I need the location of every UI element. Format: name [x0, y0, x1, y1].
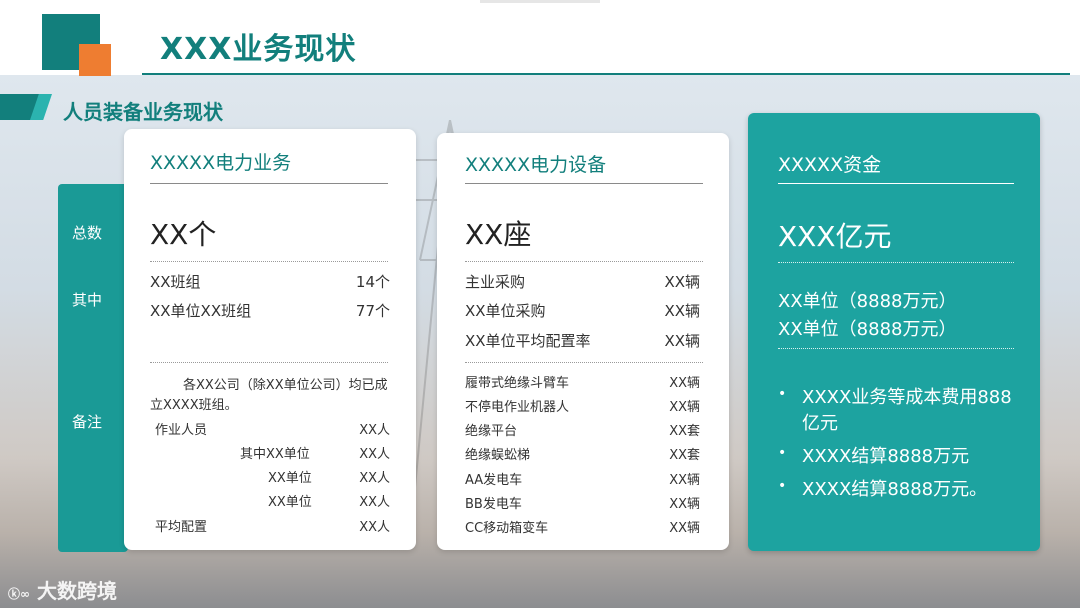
card-business-total: XX个	[150, 218, 217, 251]
card-equipment-total: XX座	[465, 218, 532, 251]
sub-row-value: XX辆	[669, 521, 700, 536]
sub-row-label: 作业人员	[155, 423, 208, 438]
sub-row-value: XX人	[359, 471, 390, 486]
funding-unit: XX单位（8888万元）	[778, 291, 957, 312]
watermark-text: 大数跨境	[36, 579, 117, 603]
note-text: 各XX公司（除XX单位公司）均已成	[183, 378, 388, 393]
bullet-text: XXXX结算8888万元	[802, 446, 970, 467]
sub-row-value: XX人	[359, 520, 390, 535]
sub-row-value: XX人	[359, 447, 390, 462]
card-equipment-heading: XXXXX电力设备	[465, 154, 607, 176]
sub-row-label: 其中XX单位	[240, 447, 310, 462]
sub-row-value: XX人	[359, 495, 390, 510]
note-text: 立XXXX班组。	[150, 398, 238, 413]
label-total: 总数	[72, 224, 103, 242]
card-business	[124, 129, 416, 550]
bullet-text: XXXX业务等成本费用888	[802, 387, 1012, 408]
row-label: XX单位采购	[465, 302, 546, 320]
sub-row-label: XX单位	[268, 495, 312, 510]
sub-row-value: XX套	[669, 424, 700, 439]
row-label: XX单位XX班组	[150, 302, 252, 320]
label-among: 其中	[72, 291, 103, 309]
sub-row-value: XX辆	[669, 400, 700, 415]
row-value: XX辆	[664, 332, 700, 350]
sub-row-label: AA发电车	[465, 473, 523, 488]
bullet-text: 亿元	[802, 413, 838, 434]
divider	[465, 261, 703, 262]
sub-row-label: 平均配置	[155, 520, 208, 535]
row-label: 主业采购	[465, 273, 526, 291]
card-equipment-rule	[465, 183, 703, 184]
label-note: 备注	[72, 413, 103, 431]
sub-row-label: 履带式绝缘斗臂车	[465, 376, 570, 391]
divider	[150, 261, 388, 262]
row-value: XX辆	[664, 273, 700, 291]
sub-row-label: BB发电车	[465, 497, 522, 512]
bullet-icon: •	[778, 478, 787, 494]
divider	[465, 362, 703, 363]
sub-row-label: 绝缘蜈蚣梯	[465, 448, 531, 463]
bullet-text: XXXX结算8888万元。	[802, 479, 988, 500]
sub-row-value: XX辆	[669, 376, 700, 391]
page-title: XXX业务现状	[160, 32, 357, 67]
row-value: XX辆	[664, 302, 700, 320]
sub-row-value: XX辆	[669, 473, 700, 488]
bullet-icon: •	[778, 445, 787, 461]
side-label-bar: 总数 其中 备注	[58, 184, 128, 552]
divider	[778, 262, 1014, 263]
title-divider	[142, 73, 1070, 75]
sub-row-value: XX套	[669, 448, 700, 463]
watermark: ⓚ∞ 大数跨境	[8, 575, 117, 604]
section-title: 人员装备业务现状	[63, 100, 223, 124]
row-label: XX班组	[150, 273, 201, 291]
sub-row-value: XX辆	[669, 497, 700, 512]
row-value: 77个	[355, 302, 390, 320]
sub-row-label: 绝缘平台	[465, 424, 518, 439]
top-tab-mark	[480, 0, 600, 3]
card-funding-total: XXX亿元	[778, 220, 892, 253]
logo-square-orange	[79, 44, 111, 76]
sub-row-label: XX单位	[268, 471, 312, 486]
card-business-rule	[150, 183, 388, 184]
card-funding-rule	[778, 183, 1014, 184]
watermark-logo-icon: ⓚ∞	[8, 587, 30, 601]
divider	[150, 362, 388, 363]
card-funding-heading: XXXXX资金	[778, 154, 882, 176]
sub-row-label: 不停电作业机器人	[465, 400, 570, 415]
bullet-icon: •	[778, 386, 787, 402]
sub-row-value: XX人	[359, 423, 390, 438]
funding-unit: XX单位（8888万元）	[778, 319, 957, 340]
card-business-heading: XXXXX电力业务	[150, 152, 292, 174]
divider	[778, 348, 1014, 349]
row-label: XX单位平均配置率	[465, 332, 591, 350]
row-value: 14个	[355, 273, 390, 291]
sub-row-label: CC移动箱变车	[465, 521, 549, 536]
